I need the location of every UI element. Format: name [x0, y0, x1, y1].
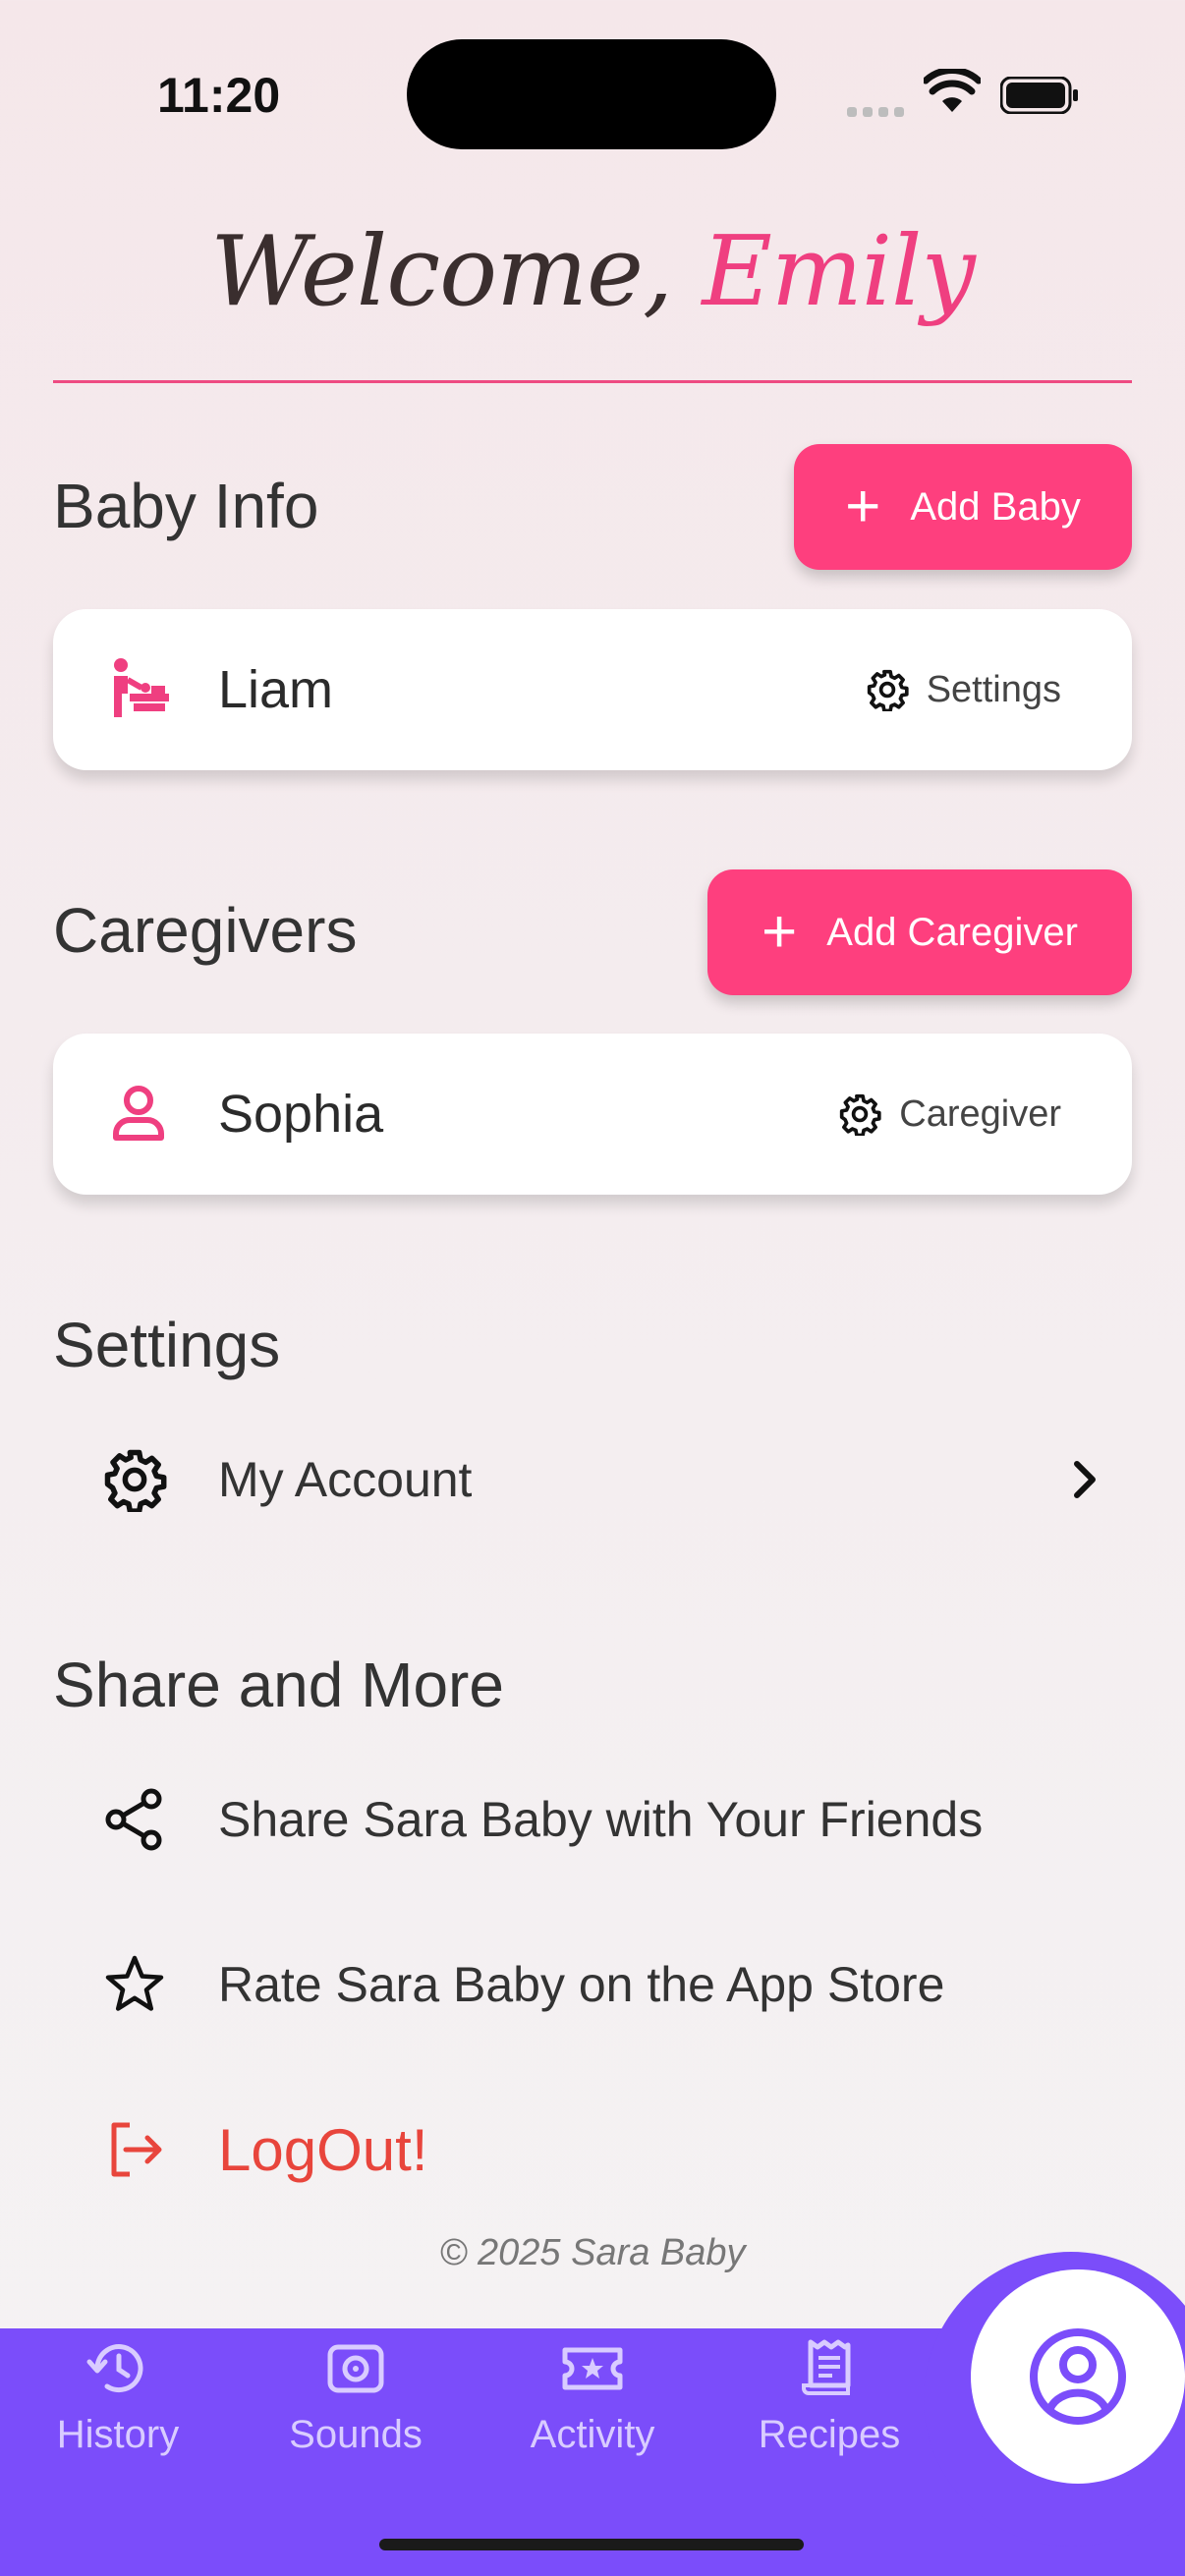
status-time: 11:20 [157, 68, 281, 123]
baby-name: Liam [218, 660, 334, 719]
plus-icon: + [762, 898, 798, 966]
person-icon [113, 1086, 164, 1141]
caregiver-card[interactable]: Sophia Caregiver [53, 1034, 1132, 1195]
rate-app-row[interactable]: Rate Sara Baby on the App Store [53, 1926, 1132, 2044]
gear-icon [867, 669, 909, 711]
speaker-icon [327, 2344, 384, 2393]
baby-settings-button[interactable]: Settings [866, 668, 1061, 711]
nav-recipes-label: Recipes [758, 2413, 901, 2456]
baby-info-title: Baby Info [53, 471, 319, 541]
nav-history[interactable]: History [20, 2338, 216, 2457]
add-caregiver-button[interactable]: + Add Caregiver [707, 869, 1132, 995]
chevron-right-icon [1074, 1461, 1096, 1498]
nav-sounds[interactable]: Sounds [257, 2338, 454, 2457]
baby-card[interactable]: Liam Settings [53, 609, 1132, 770]
baby-changing-icon [114, 658, 169, 717]
share-icon [105, 1788, 162, 1851]
welcome-user-name: Emily [702, 216, 976, 328]
plus-icon: + [845, 473, 881, 540]
receipt-icon [802, 2339, 851, 2395]
nav-recipes[interactable]: Recipes [731, 2338, 928, 2457]
my-account-row[interactable]: My Account [53, 1421, 1132, 1539]
add-baby-button[interactable]: + Add Baby [794, 444, 1132, 570]
wifi-icon [924, 69, 981, 112]
share-app-row[interactable]: Share Sara Baby with Your Friends [53, 1761, 1132, 1878]
my-account-label: My Account [218, 1452, 473, 1507]
add-baby-label: Add Baby [910, 484, 1081, 529]
profile-avatar-icon [1030, 2328, 1126, 2425]
caregiver-role-button[interactable]: Caregiver [838, 1092, 1061, 1136]
dynamic-island [407, 39, 776, 149]
welcome-heading: Welcome, Emily [0, 216, 1185, 328]
cellular-signal-icon [847, 102, 910, 121]
add-caregiver-label: Add Caregiver [826, 910, 1078, 954]
nav-history-label: History [56, 2413, 180, 2456]
caregivers-title: Caregivers [53, 895, 358, 966]
home-indicator [379, 2539, 804, 2550]
welcome-greeting: Welcome, [210, 216, 673, 328]
share-app-label: Share Sara Baby with Your Friends [218, 1792, 984, 1847]
baby-settings-label: Settings [926, 668, 1061, 710]
ticket-star-icon [562, 2347, 623, 2390]
share-more-title: Share and More [53, 1650, 504, 1720]
nav-sounds-label: Sounds [289, 2413, 423, 2456]
battery-icon [1000, 77, 1078, 114]
caregiver-role-label: Caregiver [899, 1092, 1061, 1135]
gear-icon [840, 1093, 881, 1136]
logout-icon [111, 2122, 162, 2177]
nav-activity-label: Activity [530, 2413, 655, 2456]
history-icon [86, 2344, 143, 2393]
nav-profile-button[interactable] [971, 2269, 1185, 2484]
gear-icon [104, 1449, 167, 1512]
rate-app-label: Rate Sara Baby on the App Store [218, 1957, 945, 2012]
logout-label: LogOut! [218, 2116, 428, 2183]
header-divider [53, 380, 1132, 383]
caregiver-name: Sophia [218, 1085, 384, 1144]
settings-title: Settings [53, 1310, 281, 1380]
logout-row[interactable]: LogOut! [53, 2091, 1132, 2209]
nav-activity[interactable]: Activity [494, 2338, 691, 2457]
star-icon [105, 1955, 164, 2011]
